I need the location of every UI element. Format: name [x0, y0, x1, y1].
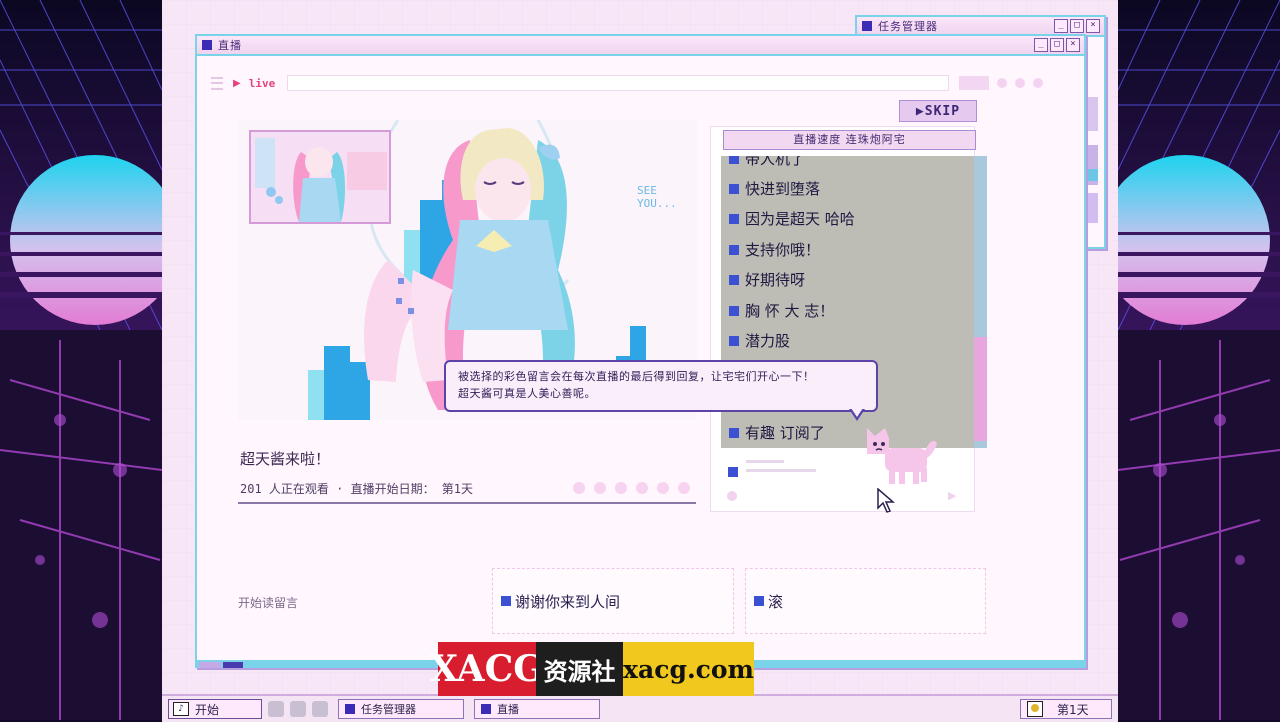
- window-icon: [481, 704, 491, 714]
- close-button[interactable]: ×: [1086, 19, 1100, 33]
- computer-icon[interactable]: [312, 701, 328, 717]
- chat-message[interactable]: 有趣 订阅了: [729, 422, 825, 443]
- stream-window-title: 直播: [218, 39, 242, 52]
- chat-input-line: [746, 460, 784, 463]
- start-label: 开始: [195, 702, 220, 717]
- chat-message[interactable]: 支持你哦！: [729, 239, 820, 260]
- see-you-text: SEE YOU...: [637, 184, 677, 210]
- task-manager-bar: [1086, 97, 1098, 131]
- watermark-part: 资源社: [536, 642, 624, 696]
- task-manager-bar: [1086, 169, 1098, 181]
- play-icon: ▶: [233, 77, 241, 89]
- window-icon: [345, 704, 355, 714]
- bullet-icon: [729, 305, 739, 316]
- bullet-icon: [754, 596, 764, 606]
- reply-option-text: 滚: [768, 592, 784, 611]
- chat-next-arrow-icon[interactable]: ▶: [948, 489, 956, 502]
- chat-app-icon[interactable]: [290, 701, 306, 717]
- chat-speed-header: 直播速度 连珠炮阿宅: [723, 130, 976, 150]
- twitter-icon[interactable]: [268, 701, 284, 717]
- chat-message[interactable]: 因为是超天 哈哈: [729, 208, 855, 229]
- footer-tab: [223, 662, 243, 668]
- bullet-icon: [729, 274, 739, 285]
- close-button[interactable]: ×: [1066, 38, 1080, 52]
- stream-window[interactable]: 直播 _ □ × ▶ live ▶SKIP SEE YOU... 超天酱来啦！ …: [195, 34, 1086, 668]
- bullet-icon: [729, 183, 739, 194]
- address-bar: ▶ live: [211, 74, 1054, 92]
- url-go-button[interactable]: [959, 76, 990, 90]
- tutorial-text: 被选择的彩色留言会在每次直播的最后得到回复，让宅宅们开心一下！ 超天酱可真是人美…: [458, 370, 815, 400]
- reply-option-text: 谢谢你来到人间: [515, 592, 621, 611]
- task-manager-title: 任务管理器: [878, 20, 938, 33]
- window-dot-icon: [1015, 78, 1026, 88]
- bullet-icon: [729, 156, 739, 164]
- reply-option[interactable]: 滚: [745, 568, 986, 634]
- chat-input-line: [746, 469, 816, 472]
- bullet-icon: [729, 213, 739, 224]
- chat-scrollbar-thumb[interactable]: [974, 337, 987, 441]
- url-field[interactable]: [287, 75, 950, 91]
- maximize-button[interactable]: □: [1050, 38, 1064, 52]
- reply-prompt-label: 开始读留言: [238, 596, 299, 610]
- reply-option[interactable]: 谢谢你来到人间: [492, 568, 734, 634]
- stream-title: 超天酱来啦！: [240, 450, 331, 468]
- tutorial-speech-bubble: 被选择的彩色留言会在每次直播的最后得到回复，让宅宅们开心一下！ 超天酱可真是人美…: [444, 360, 878, 412]
- menu-icon[interactable]: [211, 76, 223, 90]
- synthwave-background-right: [1118, 0, 1280, 720]
- pink-cat-mascot-icon: [867, 428, 937, 484]
- chat-message[interactable]: 好期待呀: [729, 269, 805, 290]
- watermark-part: xacg.com: [623, 642, 754, 696]
- chat-message[interactable]: 潜力股: [729, 330, 790, 351]
- indicator-dot: [615, 482, 627, 494]
- chat-message[interactable]: 带人机了: [729, 156, 805, 169]
- speech-bubble-tail: [851, 408, 863, 417]
- stream-window-titlebar[interactable]: 直播 _ □ ×: [197, 36, 1084, 56]
- indicator-dot: [657, 482, 669, 494]
- chat-message[interactable]: 快进到堕落: [729, 178, 820, 199]
- day-counter: 第1天: [1020, 699, 1112, 719]
- stream-indicator-dots: [573, 482, 690, 494]
- bullet-icon: [729, 335, 739, 346]
- minimize-button[interactable]: _: [1054, 19, 1068, 33]
- webcam-thumbnail: [249, 130, 391, 224]
- indicator-dot: [636, 482, 648, 494]
- moon-icon: [1027, 701, 1043, 717]
- watermark-part: XACG: [430, 642, 544, 696]
- indicator-dot: [594, 482, 606, 494]
- live-label: live: [248, 76, 276, 90]
- window-icon: [862, 21, 872, 31]
- window-icon: [202, 40, 212, 50]
- bullet-icon: [728, 467, 738, 477]
- chat-dot-icon: [727, 491, 737, 501]
- task-manager-bar: [1086, 193, 1098, 223]
- stream-viewer-info: 201 人正在观看 · 直播开始日期： 第1天: [240, 482, 474, 496]
- watermark-logo: XACG 资源社 xacg.com: [430, 642, 754, 696]
- window-dot-icon: [997, 78, 1008, 88]
- skip-button[interactable]: ▶SKIP: [899, 100, 977, 122]
- bullet-icon: [729, 427, 739, 438]
- divider: [238, 502, 696, 504]
- taskbar: ♪ 开始 任务管理器 直播 第1天: [162, 694, 1118, 722]
- start-logo-icon: ♪: [173, 702, 189, 716]
- minimize-button[interactable]: _: [1034, 38, 1048, 52]
- indicator-dot: [678, 482, 690, 494]
- maximize-button[interactable]: □: [1070, 19, 1084, 33]
- bullet-icon: [501, 596, 511, 606]
- taskbar-item-stream[interactable]: 直播: [474, 699, 600, 719]
- desktop: 任务管理器 _ □ × 直播 _ □ × ▶ live ▶SKIP SEE YO…: [162, 0, 1118, 694]
- bullet-icon: [729, 244, 739, 255]
- synthwave-background-left: [0, 0, 162, 720]
- chat-message[interactable]: 胸 怀 大 志！: [729, 300, 834, 321]
- mouse-cursor-icon: [877, 488, 896, 513]
- taskbar-item-task-manager[interactable]: 任务管理器: [338, 699, 464, 719]
- window-dot-icon: [1033, 78, 1044, 88]
- start-button[interactable]: ♪ 开始: [168, 699, 262, 719]
- indicator-dot: [573, 482, 585, 494]
- footer-tab: [199, 662, 221, 668]
